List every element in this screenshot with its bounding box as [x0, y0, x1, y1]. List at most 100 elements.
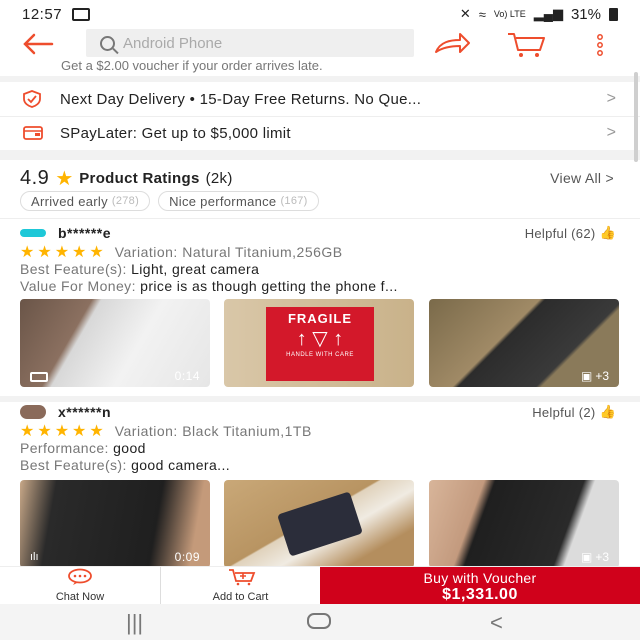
review-line-value: good — [113, 440, 146, 456]
review-variation: Variation: Natural Titanium,256GB — [114, 244, 343, 260]
search-input[interactable] — [123, 34, 403, 52]
review-line: Best Feature(s): Light, great camera — [0, 261, 620, 278]
review-line-value: Light, great camera — [131, 261, 260, 277]
buy-with-voucher-button[interactable]: Buy with Voucher $1,331.00 — [320, 567, 640, 605]
review-media: 0:14 FRAGILE ↑ ▽ ↑ HANDLE WITH CARE ▣ +3 — [0, 299, 640, 391]
review-photo-thumbnail[interactable]: ▣ +3 — [429, 480, 619, 568]
top-app-bar — [0, 28, 640, 60]
helpful-label: Helpful (2) — [532, 404, 596, 420]
chip-nice-performance[interactable]: Nice performance (167) — [158, 191, 319, 211]
delivery-label: Next Day Delivery • 15-Day Free Returns.… — [60, 90, 422, 108]
image-icon: ▣ — [580, 369, 593, 383]
view-all-label: View All — [550, 170, 602, 186]
buy-price: $1,331.00 — [442, 586, 518, 603]
section-divider — [0, 150, 640, 160]
bottom-action-bar: Chat Now Add to Cart Buy with Voucher $1… — [0, 566, 640, 605]
share-icon[interactable] — [432, 30, 472, 58]
chip-arrived-early[interactable]: Arrived early (278) — [20, 191, 151, 211]
shield-icon — [22, 90, 46, 108]
review-username: b******e — [58, 225, 112, 241]
status-time: 12:57 — [22, 5, 63, 23]
helpful-button[interactable]: Helpful (2) 👍 — [532, 404, 616, 420]
helpful-label: Helpful (62) — [524, 225, 596, 241]
chip-label: Arrived early — [31, 193, 108, 209]
review-line: Best Feature(s): good camera... — [0, 457, 620, 474]
chip-count: (278) — [111, 195, 140, 207]
chevron-right-icon: > — [606, 90, 616, 107]
battery-percent: 31% — [570, 5, 601, 23]
chat-now-button[interactable]: Chat Now — [0, 567, 160, 605]
more-images-count: +3 — [595, 369, 609, 383]
review-line-value: good camera... — [131, 457, 231, 473]
star-rating: ★★★★★ — [20, 423, 107, 440]
wifi-icon: ≈ — [478, 6, 486, 22]
chat-now-label: Chat Now — [55, 591, 105, 603]
more-images-badge: ▣ +3 — [581, 550, 609, 564]
row-divider — [0, 218, 640, 219]
add-cart-icon — [226, 568, 256, 589]
buy-label: Buy with Voucher — [423, 570, 537, 586]
chat-icon — [67, 568, 93, 589]
review-variation: Variation: Black Titanium,1TB — [114, 423, 312, 439]
late-delivery-voucher-note: Get a $2.00 voucher if your order arrive… — [61, 58, 323, 73]
network-label: Vo) LTE — [493, 9, 526, 19]
image-icon: ▣ — [580, 550, 593, 564]
review-video-thumbnail[interactable]: 0:14 — [20, 299, 210, 387]
view-all-link[interactable]: View All > — [550, 170, 614, 186]
review-photo-thumbnail[interactable]: ▣ +3 — [429, 299, 619, 387]
status-bar: 12:57 ✕ ≈ Vo) LTE ▂▄▆ 31% — [0, 0, 640, 28]
review-line-key: Value For Money: — [20, 278, 141, 294]
paylater-row[interactable]: SPayLater: Get up to $5,000 limit > — [0, 116, 640, 150]
helpful-button[interactable]: Helpful (62) 👍 — [525, 225, 616, 241]
mute-icon: ✕ — [459, 6, 471, 21]
more-images-count: +3 — [595, 550, 609, 564]
home-icon[interactable] — [306, 610, 332, 638]
review-item: x******n Helpful (2) 👍 ★★★★★ Variation: B… — [0, 402, 640, 572]
ratings-header: 4.9 ★ Product Ratings (2k) View All > — [0, 164, 640, 192]
phone-box-image — [277, 491, 363, 557]
avatar — [20, 229, 46, 237]
more-images-badge: ▣ +3 — [581, 369, 609, 383]
chip-count: (167) — [280, 195, 308, 207]
review-header: x******n Helpful (2) 👍 — [0, 402, 640, 422]
chevron-right-icon: > — [606, 124, 616, 141]
gallery-notification-icon — [72, 7, 91, 21]
review-header: b******e Helpful (62) 👍 — [0, 223, 640, 243]
status-right: ✕ ≈ Vo) LTE ▂▄▆ 31% — [460, 6, 618, 23]
review-line: Value For Money: price is as though gett… — [0, 278, 620, 295]
recent-apps-icon[interactable]: ||| — [126, 610, 143, 636]
video-camera-icon — [30, 372, 48, 382]
star-icon: ★ — [55, 167, 74, 190]
search-icon — [100, 35, 115, 51]
delivery-row[interactable]: Next Day Delivery • 15-Day Free Returns.… — [0, 82, 640, 116]
review-photo-thumbnail[interactable]: FRAGILE ↑ ▽ ↑ HANDLE WITH CARE — [224, 299, 414, 387]
system-nav-bar: ||| < — [0, 604, 640, 640]
back-nav-icon[interactable]: < — [490, 610, 503, 636]
screen: { "status_bar": { "time": "12:57", "batt… — [0, 0, 640, 640]
fragile-title: FRAGILE — [287, 311, 353, 326]
video-duration: 0:09 — [174, 550, 200, 564]
chip-label: Nice performance — [169, 193, 277, 209]
fragile-label-image: FRAGILE ↑ ▽ ↑ HANDLE WITH CARE — [266, 307, 374, 381]
review-media: ılı 0:09 ▣ +3 — [0, 480, 640, 572]
thumbs-up-icon: 👍 — [599, 225, 616, 240]
paylater-label: SPayLater: Get up to $5,000 limit — [60, 124, 291, 142]
wallet-icon — [22, 124, 46, 142]
ratings-title: Product Ratings — [79, 169, 200, 187]
rating-filter-chips: Arrived early (278) Nice performance (167) — [20, 191, 319, 211]
more-options-icon[interactable] — [592, 32, 608, 58]
video-duration: 0:14 — [174, 369, 200, 383]
scrollbar[interactable] — [634, 72, 638, 162]
search-bar[interactable] — [86, 29, 414, 57]
review-video-thumbnail[interactable]: ılı 0:09 — [20, 480, 210, 568]
review-stars-row: ★★★★★ Variation: Natural Titanium,256GB — [0, 243, 640, 261]
cart-icon[interactable] — [504, 30, 548, 58]
back-arrow-icon[interactable] — [20, 30, 60, 58]
review-username: x******n — [58, 404, 112, 420]
add-to-cart-button[interactable]: Add to Cart — [160, 567, 320, 605]
signal-icon: ▂▄▆ — [533, 6, 563, 21]
fragile-subtitle: HANDLE WITH CARE — [286, 352, 354, 358]
add-to-cart-label: Add to Cart — [212, 591, 269, 603]
arrows-glass-icon: ↑ ▽ ↑ — [296, 328, 344, 350]
review-photo-thumbnail[interactable] — [224, 480, 414, 568]
